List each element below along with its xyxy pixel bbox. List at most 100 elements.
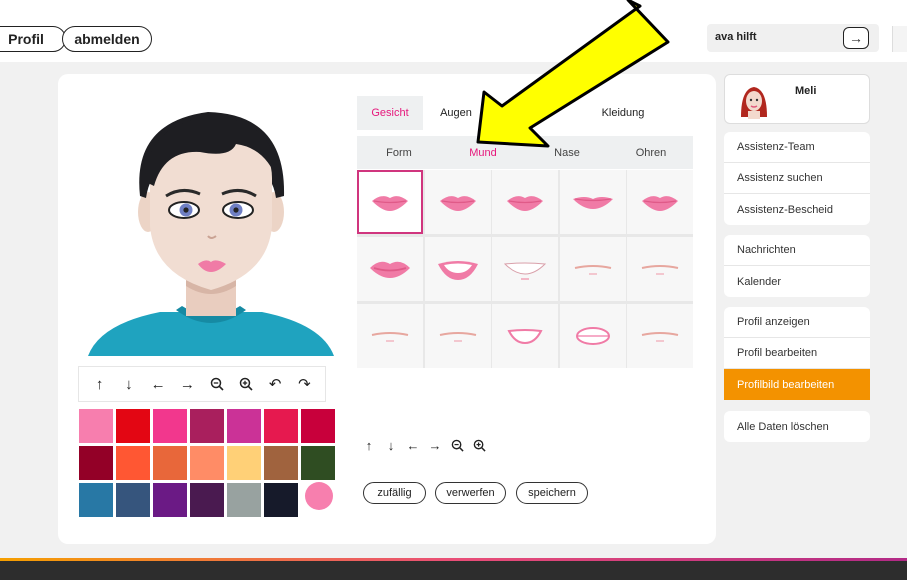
- color-swatch[interactable]: [79, 446, 113, 480]
- arrow-left-icon[interactable]: ←: [146, 372, 170, 396]
- logout-button[interactable]: abmelden: [62, 26, 152, 52]
- mouth-option[interactable]: [424, 304, 491, 368]
- user-card[interactable]: Meli: [724, 74, 870, 124]
- mouth-icon: [641, 265, 679, 275]
- mouth-icon: [439, 332, 476, 342]
- mouth-option[interactable]: [492, 170, 558, 234]
- zoom-in-icon[interactable]: [234, 372, 258, 396]
- avatar: [735, 81, 773, 119]
- subtab-nase[interactable]: Nase: [525, 136, 609, 169]
- subtab-mund[interactable]: Mund: [441, 136, 525, 169]
- undo-icon[interactable]: ↶: [263, 372, 287, 396]
- subtab-ohren[interactable]: Ohren: [609, 136, 693, 169]
- sidebar-item-assistenz-team[interactable]: Assistenz-Team: [724, 132, 870, 163]
- mouth-icon: [575, 327, 610, 345]
- color-swatch[interactable]: [116, 483, 150, 517]
- mouth-icon: [370, 261, 410, 278]
- save-button[interactable]: speichern: [516, 482, 588, 504]
- mouth-option[interactable]: [357, 237, 423, 301]
- arrow-down-icon[interactable]: ↓: [380, 433, 402, 457]
- top-edge-button[interactable]: [892, 26, 907, 52]
- discard-button[interactable]: verwerfen: [435, 482, 506, 504]
- category-tabs: Gesicht Augen Kleidung: [357, 96, 693, 130]
- color-swatch[interactable]: [227, 446, 261, 480]
- sidebar-item-kalender[interactable]: Kalender: [724, 266, 870, 297]
- color-swatch[interactable]: [190, 483, 224, 517]
- color-swatch[interactable]: [79, 409, 113, 443]
- color-swatch[interactable]: [264, 409, 298, 443]
- mouth-option[interactable]: [559, 170, 626, 234]
- mouth-icon: [507, 329, 543, 345]
- subtab-form[interactable]: Form: [357, 136, 441, 169]
- mouth-icon: [439, 196, 476, 211]
- mouth-option[interactable]: [627, 237, 693, 301]
- tab-hidden[interactable]: [489, 96, 585, 130]
- profile-button[interactable]: Profil: [0, 26, 66, 52]
- color-swatch[interactable]: [153, 446, 187, 480]
- sidebar-group-profile: Profil anzeigen Profil bearbeiten Profil…: [724, 307, 870, 400]
- color-swatch[interactable]: [227, 483, 261, 517]
- footer: [0, 561, 907, 580]
- subcategory-tabs: Form Mund Nase Ohren: [357, 136, 693, 169]
- help-box: ava hilft →: [707, 24, 879, 52]
- tab-gesicht[interactable]: Gesicht: [357, 96, 423, 130]
- mouth-icon: [574, 265, 611, 275]
- mouth-option[interactable]: [559, 304, 626, 368]
- zoom-out-icon[interactable]: [446, 433, 468, 457]
- color-swatch[interactable]: [301, 409, 335, 443]
- arrow-right-icon[interactable]: →: [424, 433, 446, 457]
- arrow-down-icon[interactable]: ↓: [117, 372, 141, 396]
- mouth-options-grid: [357, 170, 693, 368]
- sidebar-item-profil-anzeigen[interactable]: Profil anzeigen: [724, 307, 870, 338]
- color-swatch[interactable]: [153, 409, 187, 443]
- color-swatch[interactable]: [79, 483, 113, 517]
- mouth-option[interactable]: [559, 237, 626, 301]
- mouth-option[interactable]: [357, 170, 423, 234]
- sidebar-group-communication: Nachrichten Kalender: [724, 235, 870, 297]
- mouth-option[interactable]: [627, 170, 693, 234]
- color-swatch[interactable]: [116, 446, 150, 480]
- sidebar-item-profil-bearbeiten[interactable]: Profil bearbeiten: [724, 338, 870, 369]
- tab-kleidung[interactable]: Kleidung: [585, 96, 661, 130]
- zoom-in-icon[interactable]: [468, 433, 490, 457]
- selected-color-swatch[interactable]: [305, 482, 333, 510]
- color-swatch[interactable]: [190, 446, 224, 480]
- mouth-option[interactable]: [357, 304, 423, 368]
- avatar-preview: [88, 112, 334, 356]
- sidebar-group-assistance: Assistenz-Team Assistenz suchen Assisten…: [724, 132, 870, 225]
- arrow-left-icon[interactable]: ←: [402, 433, 424, 457]
- arrow-up-icon[interactable]: ↑: [88, 372, 112, 396]
- mouth-option[interactable]: [424, 170, 491, 234]
- color-swatch[interactable]: [301, 446, 335, 480]
- sidebar-item-assistenz-bescheid[interactable]: Assistenz-Bescheid: [724, 194, 870, 225]
- color-swatch[interactable]: [153, 483, 187, 517]
- tab-augen[interactable]: Augen: [423, 96, 489, 130]
- mouth-icon: [641, 332, 679, 342]
- user-name: Meli: [795, 85, 817, 97]
- mouth-option[interactable]: [424, 237, 491, 301]
- arrow-up-icon[interactable]: ↑: [358, 433, 380, 457]
- mouth-icon: [572, 197, 613, 209]
- mouth-icon: [372, 196, 408, 211]
- sidebar-item-assistenz-suchen[interactable]: Assistenz suchen: [724, 163, 870, 194]
- arrow-right-icon[interactable]: →: [843, 27, 869, 49]
- sidebar-item-profilbild-bearbeiten[interactable]: Profilbild bearbeiten: [724, 369, 870, 400]
- zoom-out-icon[interactable]: [205, 372, 229, 396]
- color-swatch[interactable]: [227, 409, 261, 443]
- random-button[interactable]: zufällig: [363, 482, 426, 504]
- color-swatch[interactable]: [264, 446, 298, 480]
- color-swatch[interactable]: [116, 409, 150, 443]
- arrow-right-icon[interactable]: →: [175, 372, 199, 396]
- color-swatch[interactable]: [264, 483, 298, 517]
- mouth-option[interactable]: [492, 237, 558, 301]
- sidebar-item-nachrichten[interactable]: Nachrichten: [724, 235, 870, 266]
- sidebar-item-alle-daten-loeschen[interactable]: Alle Daten löschen: [724, 411, 870, 442]
- mouth-icon: [642, 196, 678, 211]
- mouth-option[interactable]: [492, 304, 558, 368]
- color-swatch[interactable]: [190, 409, 224, 443]
- mouth-icon: [507, 196, 543, 211]
- redo-icon[interactable]: ↷: [292, 372, 316, 396]
- avatar-toolbar: ↑ ↓ ← → ↶ ↷: [78, 366, 326, 402]
- mouth-option[interactable]: [627, 304, 693, 368]
- mouth-icon: [437, 261, 478, 280]
